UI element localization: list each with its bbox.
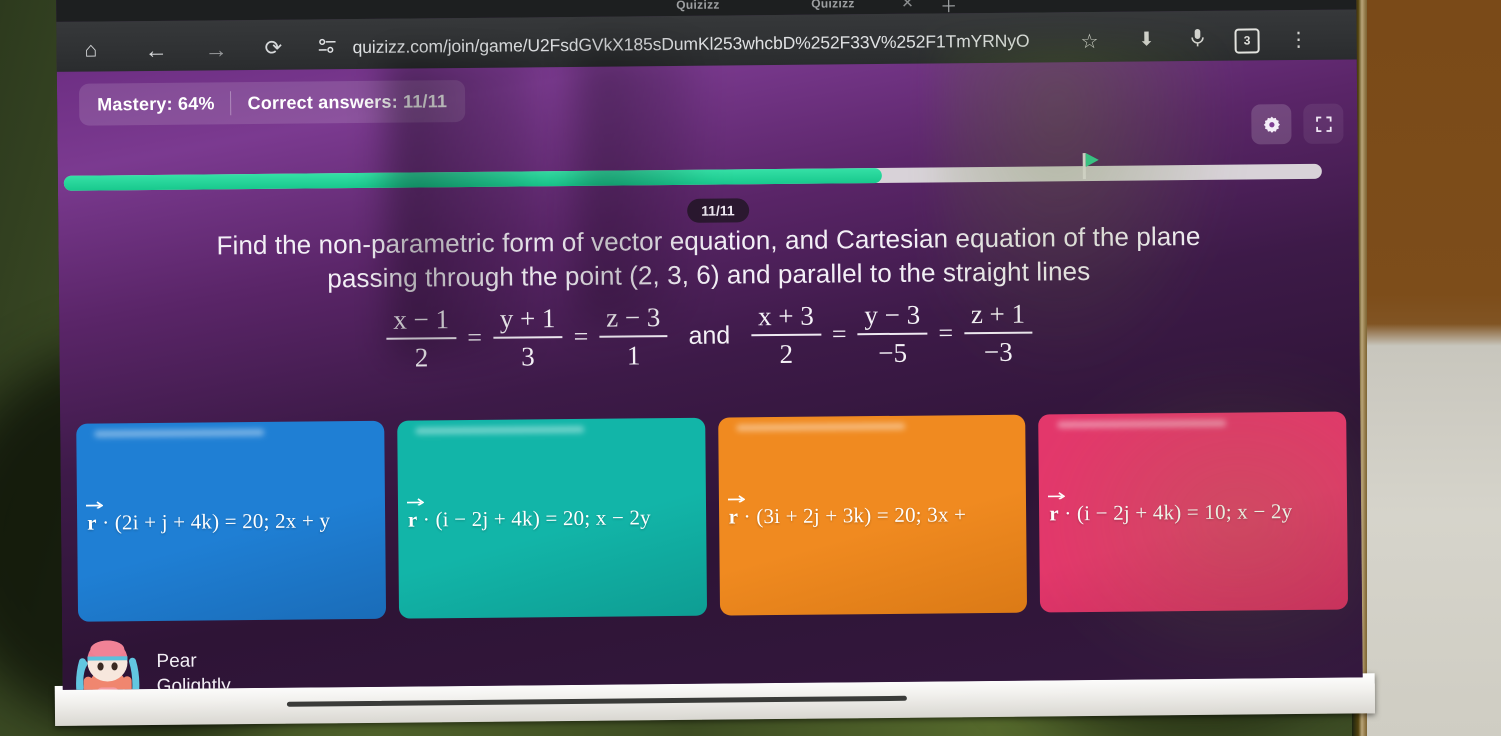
vector-r-symbol: r <box>727 494 745 529</box>
fraction-bar <box>492 336 563 339</box>
question-body: Find the non-parametric form of vector e… <box>58 217 1359 375</box>
download-icon[interactable]: ⬇ <box>1138 28 1154 51</box>
quizizz-page: Mastery: 64% Correct answers: 11/11 11/1… <box>56 40 1363 690</box>
card-gloss <box>736 422 906 432</box>
progress-bar <box>63 153 1322 192</box>
equals-sign: = <box>938 318 954 348</box>
equals-sign: = <box>831 319 847 349</box>
fraction: x + 3 2 <box>751 301 821 370</box>
question-counter-badge: 11/11 <box>687 198 749 223</box>
fraction-bar <box>599 335 668 338</box>
fraction-numerator: y − 3 <box>864 299 921 331</box>
correct-answers-label: Correct answers: 11/11 <box>247 90 448 113</box>
math-conjunction: and <box>688 320 731 350</box>
microphone-icon[interactable] <box>1190 28 1204 48</box>
card-gloss <box>1056 419 1227 429</box>
player-name-line-2: Golightly <box>156 675 231 690</box>
mastery-label: Mastery: 64% <box>97 92 215 115</box>
answer-option-text: r · (i − 2j + 4k) = 10; x − 2y <box>1039 491 1292 526</box>
answer-option-4[interactable]: r · (i − 2j + 4k) = 10; x − 2y <box>1038 411 1349 613</box>
gear-icon <box>1263 116 1280 133</box>
card-gloss <box>415 425 585 435</box>
settings-gear-button[interactable] <box>1251 104 1292 145</box>
fraction-bar <box>964 331 1033 335</box>
close-tab-icon[interactable]: ✕ <box>901 0 914 12</box>
back-arrow-icon[interactable]: ← <box>144 37 167 63</box>
answer-option-text: r · (3i + 2j + 3k) = 20; 3x + <box>719 494 967 529</box>
chip-divider <box>230 91 232 116</box>
fraction-numerator: x − 1 <box>393 304 450 335</box>
player-name: Pear Golightly <box>156 648 230 690</box>
fraction-denominator: 3 <box>521 341 535 372</box>
answer-option-2[interactable]: r · (i − 2j + 4k) = 20; x − 2y <box>396 417 707 619</box>
fraction-numerator: y + 1 <box>499 303 556 334</box>
progress-flag-marker <box>1082 153 1086 180</box>
home-icon[interactable]: ⌂ <box>85 39 98 62</box>
fraction: x − 1 2 <box>386 304 457 373</box>
fraction-denominator: −5 <box>878 337 908 369</box>
fraction-denominator: −3 <box>983 336 1013 368</box>
tab-count-badge[interactable]: 3 <box>1234 28 1260 54</box>
answer-options: r · (2i + j + 4k) = 20; 2x + y r · (i − 2… <box>76 411 1349 624</box>
math-expression: x − 1 2 = y + 1 3 = z − 3 1 and x + 3 2 = y − 3 −5 = z … <box>59 295 1360 375</box>
fraction-bar <box>386 337 457 340</box>
fraction-bar <box>751 333 821 337</box>
vector-arrow-icon <box>406 497 424 506</box>
status-chip: Mastery: 64% Correct answers: 11/11 <box>78 80 466 126</box>
browser-tab-b[interactable]: Quizizz <box>811 0 855 11</box>
fraction: y − 3 −5 <box>857 299 928 369</box>
player-footer: 8 Pear <box>74 636 231 690</box>
fullscreen-icon <box>1315 115 1332 132</box>
vector-r-symbol: r <box>1048 491 1066 526</box>
header-buttons <box>1251 103 1344 145</box>
vector-arrow-icon <box>85 500 104 509</box>
fraction-numerator: z + 1 <box>970 298 1026 330</box>
vector-r-symbol: r <box>406 497 424 532</box>
fraction-numerator: z − 3 <box>605 302 661 333</box>
fraction: y + 1 3 <box>492 303 563 372</box>
url-text[interactable]: quizizz.com/join/game/U2FsdGVkX185sDumKl… <box>353 30 1053 58</box>
avatar-icon: 8 <box>76 640 140 690</box>
answer-option-text: r · (i − 2j + 4k) = 20; x − 2y <box>398 497 651 532</box>
equals-sign: = <box>573 321 589 351</box>
answer-option-3[interactable]: r · (3i + 2j + 3k) = 20; 3x + <box>717 414 1028 616</box>
player-avatar: 8 <box>74 637 141 690</box>
tablet-screen: Quizizz Quizizz ✕ ＋ ⌂ ← → ⟳ quizizz.com/… <box>56 0 1363 690</box>
equals-sign: = <box>467 322 483 352</box>
answer-option-text: r · (2i + j + 4k) = 20; 2x + y <box>77 500 330 535</box>
reload-icon[interactable]: ⟳ <box>264 37 282 60</box>
browser-tab-a[interactable]: Quizizz <box>676 0 720 12</box>
card-gloss <box>94 428 265 438</box>
vector-r-symbol: r <box>85 500 104 535</box>
environment-wall <box>1367 0 1501 736</box>
fraction-bar <box>857 332 928 336</box>
fraction: z + 1 −3 <box>964 299 1033 368</box>
answer-option-1[interactable]: r · (2i + j + 4k) = 20; 2x + y <box>76 420 386 622</box>
player-name-line-1: Pear <box>156 650 197 672</box>
vector-arrow-icon <box>727 494 745 503</box>
overflow-menu-icon[interactable]: ⋮ <box>1288 27 1308 52</box>
fraction: z − 3 1 <box>599 302 668 371</box>
fraction-denominator: 1 <box>626 340 641 371</box>
progress-fill <box>63 168 882 191</box>
fraction-denominator: 2 <box>779 338 794 369</box>
photo-of-tablet-screen: Quizizz Quizizz ✕ ＋ ⌂ ← → ⟳ quizizz.com/… <box>0 0 1501 736</box>
site-settings-icon[interactable] <box>318 38 337 54</box>
fraction-denominator: 2 <box>414 342 429 373</box>
fraction-numerator: x + 3 <box>757 300 814 332</box>
tablet-device: Quizizz Quizizz ✕ ＋ ⌂ ← → ⟳ quizizz.com/… <box>48 0 1376 728</box>
bookmark-star-icon[interactable]: ☆ <box>1080 29 1098 54</box>
forward-arrow-icon[interactable]: → <box>204 36 227 62</box>
fullscreen-button[interactable] <box>1303 103 1344 144</box>
vector-arrow-icon <box>1048 491 1066 499</box>
